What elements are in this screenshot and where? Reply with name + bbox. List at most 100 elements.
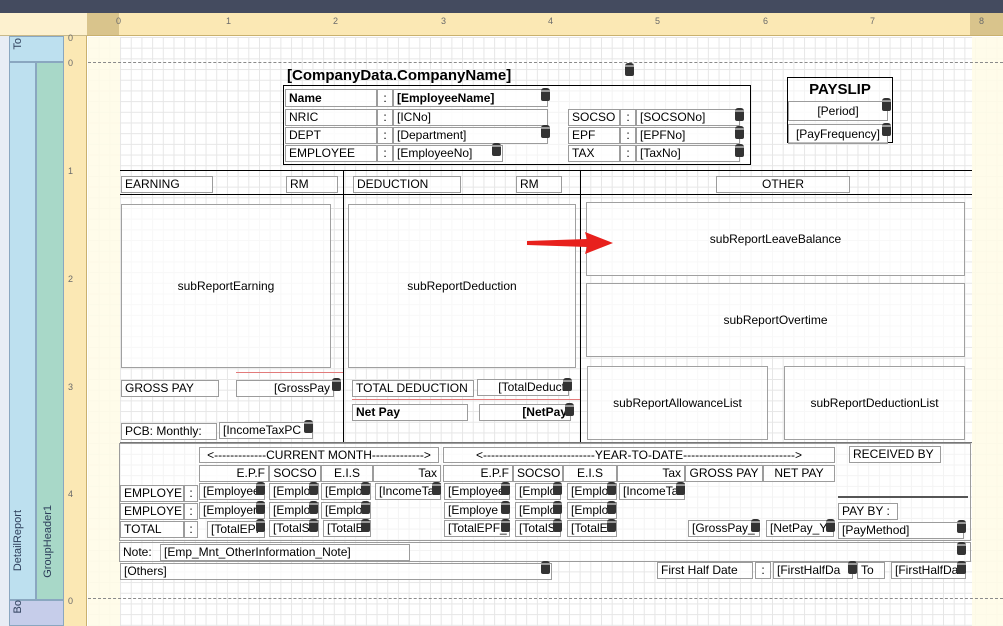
- ytd-socso-header[interactable]: SOCSO: [513, 465, 563, 482]
- cm-tax-header[interactable]: Tax: [373, 465, 441, 482]
- subreport-allowance-list[interactable]: subReportAllowanceList: [587, 366, 768, 440]
- database-icon: [361, 501, 370, 514]
- net-pay-field[interactable]: [NetPay: [479, 404, 571, 421]
- colon-label[interactable]: :: [377, 89, 393, 107]
- subreport-overtime[interactable]: subReportOvertime: [586, 283, 965, 357]
- colon-label[interactable]: :: [184, 485, 198, 502]
- earning-header[interactable]: EARNING: [121, 176, 213, 193]
- net-pay-label[interactable]: Net Pay: [352, 404, 468, 421]
- deduction-rm-header[interactable]: RM: [516, 176, 562, 193]
- ruler-mark: 2: [333, 16, 339, 26]
- cm-eis-header[interactable]: E.I.S: [321, 465, 373, 482]
- vertical-ruler[interactable]: 0 0 1 2 3 4 0: [64, 33, 87, 626]
- first-half-date-to-field[interactable]: [FirstHalfDa: [891, 562, 966, 579]
- ic-no-field[interactable]: [ICNo]: [393, 109, 548, 126]
- pcb-monthly-label[interactable]: PCB: Monthly:: [121, 423, 217, 440]
- pay-method-field[interactable]: [PayMethod]: [838, 522, 964, 539]
- payslip-title[interactable]: PAYSLIP: [788, 81, 892, 99]
- total-row-label[interactable]: TOTAL: [120, 521, 184, 538]
- ytd-epf-header[interactable]: E.P.F: [443, 465, 513, 482]
- earning-rm-header[interactable]: RM: [286, 176, 338, 193]
- subreport-leave-balance[interactable]: subReportLeaveBalance: [586, 202, 965, 276]
- employee-row-label[interactable]: EMPLOYEE: [120, 485, 184, 502]
- note-field[interactable]: [Emp_Mnt_OtherInformation_Note]: [160, 544, 410, 561]
- cm-socso-header[interactable]: SOCSO: [269, 465, 321, 482]
- epf-no-field[interactable]: [EPFNo]: [636, 127, 740, 144]
- other-header[interactable]: OTHER: [716, 176, 850, 193]
- deduction-header[interactable]: DEDUCTION: [353, 176, 461, 193]
- ruler-mark: 0: [68, 33, 74, 43]
- received-by-label[interactable]: RECEIVED BY: [849, 446, 941, 463]
- employee-no-field[interactable]: [EmployeeNo]: [393, 145, 503, 162]
- colon-label[interactable]: :: [377, 109, 393, 126]
- colon-label[interactable]: :: [620, 109, 636, 126]
- divider-line: [352, 399, 580, 400]
- database-icon: [361, 482, 370, 495]
- company-name-field[interactable]: [CompanyData.CompanyName]: [284, 67, 554, 85]
- ruler-left-margin: [87, 13, 119, 35]
- section-label-top: To: [12, 38, 24, 50]
- ytd-total-net-pay[interactable]: [NetPay_Y: [766, 520, 834, 537]
- tax-no-field[interactable]: [TaxNo]: [636, 145, 740, 162]
- income-tax-pcb-field[interactable]: [IncomeTaxPC: [219, 422, 313, 439]
- ytd-eis-header[interactable]: E.I.S: [563, 465, 617, 482]
- gross-pay-label[interactable]: GROSS PAY: [121, 380, 219, 397]
- total-deduction-label[interactable]: TOTAL DEDUCTION: [352, 380, 474, 397]
- colon-label[interactable]: :: [620, 127, 636, 144]
- cm-epf-header[interactable]: E.P.F: [199, 465, 269, 482]
- ytd-gross-pay-header[interactable]: GROSS PAY: [685, 465, 763, 482]
- year-to-date-header[interactable]: <----------------------------YEAR-TO-DAT…: [443, 447, 835, 463]
- subreport-deduction-list[interactable]: subReportDeductionList: [784, 366, 965, 440]
- ytd-total-gross-pay[interactable]: [GrossPay_: [688, 520, 760, 537]
- colon-label[interactable]: :: [184, 521, 198, 538]
- note-label[interactable]: Note:: [120, 545, 160, 561]
- colon-label[interactable]: :: [184, 503, 198, 520]
- tax-label[interactable]: TAX: [568, 145, 620, 162]
- employer-row-label[interactable]: EMPLOYER: [120, 503, 184, 520]
- database-icon: [361, 519, 370, 532]
- subreport-earning[interactable]: subReportEarning: [121, 204, 331, 368]
- current-month-header[interactable]: <-------------CURRENT MONTH-------------…: [199, 447, 439, 463]
- colon-label[interactable]: :: [377, 127, 393, 144]
- database-icon: [563, 378, 572, 391]
- red-arrow-icon: [527, 232, 613, 254]
- total-deduction-field[interactable]: [TotalDeduct: [477, 379, 569, 396]
- colon-label[interactable]: :: [377, 145, 393, 162]
- horizontal-ruler[interactable]: 0 1 2 3 4 5 6 7 8: [87, 13, 1003, 36]
- employee-label[interactable]: EMPLOYEE: [285, 145, 377, 162]
- subreport-deduction[interactable]: subReportDeduction: [348, 204, 576, 368]
- dept-label[interactable]: DEPT: [285, 127, 377, 144]
- ruler-mark: 4: [68, 489, 74, 499]
- name-label[interactable]: Name: [285, 89, 377, 107]
- divider-line: [236, 372, 343, 373]
- gross-pay-field[interactable]: [GrossPay: [236, 380, 334, 397]
- first-half-date-field[interactable]: [FirstHalfDa: [773, 562, 853, 579]
- ytd-net-pay-header[interactable]: NET PAY: [763, 465, 835, 482]
- to-label[interactable]: To: [857, 562, 885, 579]
- database-icon: [751, 519, 760, 532]
- epf-label[interactable]: EPF: [568, 127, 620, 144]
- first-half-date-label[interactable]: First Half Date: [657, 562, 753, 579]
- others-field[interactable]: [Others]: [120, 563, 552, 580]
- colon-label[interactable]: :: [755, 562, 771, 579]
- colon-label[interactable]: :: [620, 145, 636, 162]
- ruler-mark: 7: [870, 16, 876, 26]
- pay-frequency-field[interactable]: [PayFrequency]: [788, 124, 888, 144]
- database-icon: [826, 519, 835, 532]
- employee-name-field[interactable]: [EmployeeName]: [393, 89, 548, 107]
- database-icon: [607, 519, 616, 532]
- socso-label[interactable]: SOCSO: [568, 109, 620, 126]
- section-gutter: [0, 36, 9, 626]
- database-icon: [541, 88, 550, 101]
- title-strip: [0, 0, 1003, 13]
- database-icon: [541, 125, 550, 138]
- database-icon: [676, 482, 685, 495]
- nric-label[interactable]: NRIC: [285, 109, 377, 126]
- database-icon: [256, 519, 265, 532]
- ytd-tax-header[interactable]: Tax: [617, 465, 685, 482]
- department-field[interactable]: [Department]: [393, 127, 548, 144]
- database-icon: [848, 561, 857, 574]
- period-field[interactable]: [Period]: [788, 101, 888, 121]
- pay-by-label[interactable]: PAY BY :: [838, 503, 898, 520]
- socso-no-field[interactable]: [SOCSONo]: [636, 109, 740, 126]
